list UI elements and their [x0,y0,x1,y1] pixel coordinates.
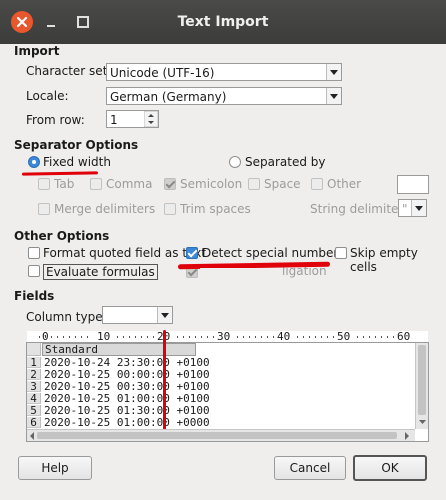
scrollbar-thumb[interactable] [418,345,426,415]
charset-value: Unicode (UTF-16) [110,66,215,80]
vertical-scrollbar[interactable] [415,343,428,429]
row-cell: 2020-10-25 01:00:00 +0100 [44,392,210,405]
skip-empty-checkbox[interactable] [335,247,347,259]
other-label: Other [327,177,362,191]
chevron-down-icon[interactable] [157,307,172,323]
ok-button[interactable]: OK [353,455,427,481]
spinner-arrows-icon[interactable] [144,111,158,127]
scrollbar-thumb[interactable] [37,432,397,439]
tab-checkbox[interactable] [38,178,50,190]
row-cell: 2020-10-24 23:30:00 +0100 [44,356,210,369]
minimize-button[interactable] [46,14,60,30]
comma-label: Comma [106,177,153,191]
row-cell: 2020-10-25 01:30:00 +0100 [44,404,210,417]
charset-select[interactable]: Unicode (UTF-16) [106,63,342,81]
locale-select[interactable]: German (Germany) [106,87,342,105]
detect-special-checkbox[interactable] [186,247,198,259]
ruler-tick-label: 60 [397,330,411,343]
minimize-icon [47,25,55,27]
semicolon-label: Semicolon [180,177,243,191]
separated-by-radio[interactable] [229,156,241,168]
row-number: 5 [27,405,41,416]
maximize-button[interactable] [77,16,89,28]
merge-delimiters-label: Merge delimiters [54,202,156,216]
row-number: 3 [27,381,41,392]
merge-delimiters-checkbox[interactable] [38,203,50,215]
fixed-width-radio[interactable] [28,156,40,168]
space-label: Space [264,177,301,191]
chevron-down-icon[interactable] [411,200,426,216]
import-group-label: Import [14,44,60,58]
red-annotation-line [163,330,166,430]
skip-empty-label: Skip empty cells [350,246,418,274]
horizontal-scrollbar[interactable] [27,429,415,441]
scroll-left-icon[interactable] [29,432,35,440]
ruler-tick-label: 30 [217,330,231,343]
other-checkbox[interactable] [311,178,323,190]
fromrow-spinner[interactable]: 1 [106,110,159,128]
row-cell: 2020-10-25 00:00:00 +0100 [44,368,210,381]
column-type-label: Column type: [26,310,107,324]
semicolon-checkbox[interactable] [164,178,176,190]
scroll-right-icon[interactable] [404,432,410,440]
string-delimiter-select[interactable]: " [398,199,427,217]
corner-cell [27,343,41,356]
row-number: 2 [27,369,41,380]
title-bar: Text Import [0,0,446,44]
row-number: 6 [27,417,41,428]
row-cell: 2020-10-25 01:00:00 +0000 [44,416,210,429]
fields-group-label: Fields [14,289,55,303]
ruler[interactable]: 0 10 20 30 40 50 60 [27,331,428,342]
format-quoted-checkbox[interactable] [28,247,40,259]
space-checkbox[interactable] [248,178,260,190]
red-annotation-cover [200,268,280,276]
detect-special-label: Detect special numbers [202,246,345,260]
other-input[interactable] [397,175,429,194]
column-type-select[interactable] [102,306,173,324]
format-quoted-label: Format quoted field as text [43,246,206,260]
close-button[interactable] [11,11,33,33]
ruler-tick-label: 40 [277,330,291,343]
comma-checkbox[interactable] [90,178,102,190]
string-delimiter-value: " [402,202,408,216]
other-group-label: Other Options [14,229,110,243]
separator-group-label: Separator Options [14,138,139,152]
ruler-tick-label: 0 [42,330,49,343]
row-number: 1 [27,357,41,368]
chevron-down-icon[interactable] [326,88,341,104]
evaluate-formulas-label: Evaluate formulas [43,264,158,280]
close-icon [16,16,28,28]
chevron-down-icon[interactable] [326,64,341,80]
column-header[interactable]: Standard [42,343,196,356]
separated-by-label: Separated by [245,155,326,169]
fromrow-label: From row: [26,113,85,127]
fixed-width-label: Fixed width [43,155,111,169]
trim-spaces-label: Trim spaces [180,202,251,216]
cancel-button[interactable]: Cancel [274,456,346,480]
charset-label: Character set: [26,64,112,78]
string-delimiter-label: String delimiter: [310,202,408,216]
trim-spaces-checkbox[interactable] [164,203,176,215]
grid-rows: 1 2020-10-24 23:30:00 +0100 2 2020-10-25… [27,357,413,429]
ruler-tick-label: 50 [337,330,351,343]
tab-label: Tab [54,177,75,191]
locale-value: German (Germany) [110,90,227,104]
ruler-tick-label: 10 [97,330,111,343]
locale-label: Locale: [26,89,69,103]
window-title: Text Import [177,14,269,30]
fromrow-value: 1 [110,113,118,127]
row-cell: 2020-10-25 00:30:00 +0100 [44,380,210,393]
help-button[interactable]: Help [18,456,92,480]
evaluate-formulas-checkbox[interactable] [28,265,40,277]
table-row[interactable]: 6 2020-10-25 01:00:00 +0000 [27,417,413,429]
row-number: 4 [27,393,41,404]
scroll-down-icon[interactable] [418,419,427,425]
